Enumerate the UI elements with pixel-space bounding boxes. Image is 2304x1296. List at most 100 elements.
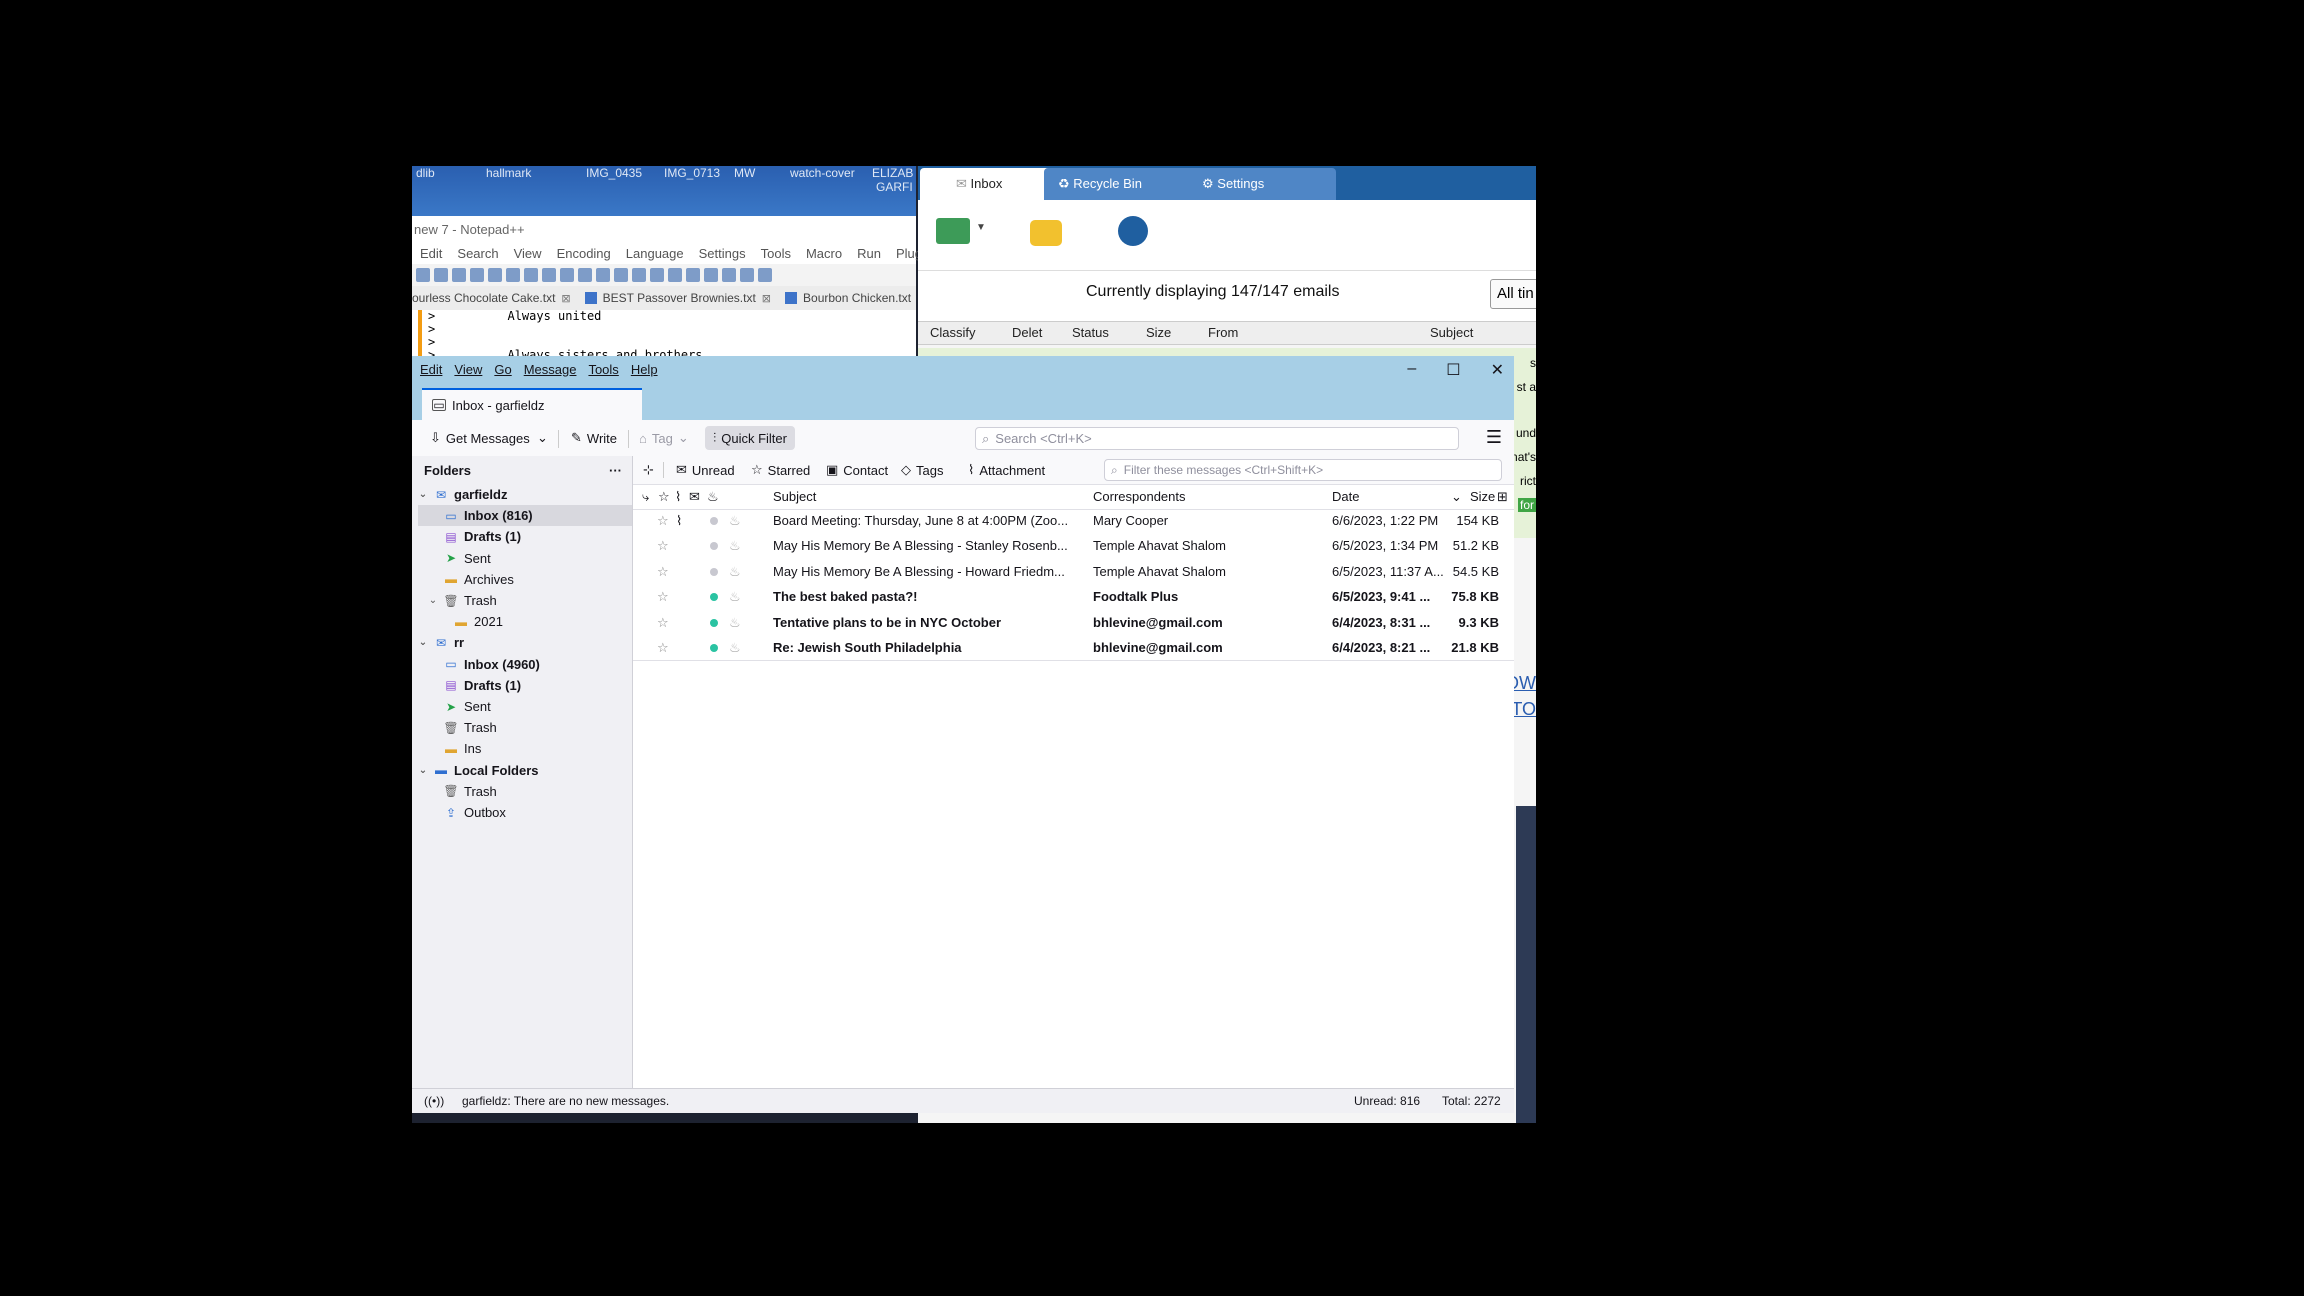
read-status-icon[interactable] [710, 644, 718, 652]
read-status-icon[interactable] [710, 517, 718, 525]
toolbar-icon[interactable] [722, 268, 736, 282]
twisty-icon[interactable]: ⌄ [418, 489, 428, 500]
desktop-icon-label[interactable]: GARFI [876, 180, 913, 194]
folder-item[interactable]: ➤ Sent [418, 696, 632, 717]
star-icon[interactable]: ☆ [657, 589, 669, 605]
toolbar-icon[interactable] [506, 268, 520, 282]
thread-column-icon[interactable]: ⤷ [642, 489, 649, 505]
toolbar-icon[interactable] [560, 268, 574, 282]
close-icon[interactable]: ⊠ [762, 292, 771, 305]
junk-icon[interactable]: ♨ [729, 513, 741, 529]
folder-item[interactable]: ▤ Drafts (1) [418, 526, 632, 547]
folder-item[interactable]: ➤ Sent [418, 548, 632, 569]
message-row[interactable]: ☆ ♨ Re: Jewish South Philadelphia bhlevine@… [633, 635, 1514, 660]
message-row[interactable]: ☆ ♨ Tentative plans to be in NYC October bh… [633, 610, 1514, 635]
write-button[interactable]: ✎ Write [571, 426, 617, 450]
range-button[interactable]: All tin [1490, 279, 1536, 309]
notepad-menu-item[interactable]: Macro [806, 244, 842, 264]
star-column-icon[interactable]: ☆ [658, 489, 670, 505]
get-messages-menu-button[interactable]: ⌄ [537, 426, 548, 450]
message-row[interactable]: ☆ ♨ The best baked pasta?! Foodtalk Plus 6/5… [633, 584, 1514, 609]
twisty-icon[interactable]: ⌄ [418, 637, 428, 648]
folder-item[interactable]: ⌄ ✉ rr [418, 632, 632, 653]
message-row[interactable]: ☆ ♨ May His Memory Be A Blessing - Stanley… [633, 533, 1514, 558]
close-button[interactable]: ✕ [1491, 360, 1504, 380]
toolbar-icon[interactable] [488, 268, 502, 282]
get-messages-button[interactable]: ⇩ Get Messages [430, 426, 530, 450]
column-header[interactable]: Status [1072, 325, 1109, 340]
thunderbird-logo-icon[interactable] [1118, 216, 1148, 246]
folder-item[interactable]: ⇪ Outbox [418, 802, 632, 823]
filter-starred-button[interactable]: ☆ Starred [751, 460, 810, 480]
toolbar-icon[interactable] [596, 268, 610, 282]
toolbar-icon[interactable] [452, 268, 466, 282]
preview-button[interactable]: for [1517, 498, 1536, 512]
junk-icon[interactable]: ♨ [729, 564, 741, 580]
desktop-icon-label[interactable]: MW [734, 166, 755, 180]
junk-icon[interactable]: ♨ [729, 615, 741, 631]
read-status-icon[interactable] [710, 618, 718, 627]
folder-item[interactable]: ▤ Drafts (1) [418, 675, 632, 696]
toolbar-icon[interactable] [740, 268, 754, 282]
junk-icon[interactable]: ♨ [729, 538, 741, 554]
connection-icon[interactable]: ((•)) [424, 1094, 444, 1108]
star-icon[interactable]: ☆ [657, 538, 669, 554]
filter-messages-input[interactable]: ⌕ Filter these messages <Ctrl+Shift+K> [1104, 459, 1502, 481]
sort-chevron-icon[interactable]: ⌄ [1451, 489, 1462, 505]
column-picker-icon[interactable]: ⊞ [1497, 489, 1508, 505]
notepad-menu-item[interactable]: View [514, 244, 542, 264]
desktop-icon-label[interactable]: ELIZAB [872, 166, 913, 180]
menu-tools[interactable]: Tools [588, 362, 618, 377]
desktop-icon-label[interactable]: dlib [416, 166, 435, 180]
notepad-menu-item[interactable]: Run [857, 244, 881, 264]
toolbar-icon[interactable] [758, 268, 772, 282]
archive-icon[interactable] [1030, 220, 1062, 246]
menu-view[interactable]: View [454, 362, 482, 377]
notepad-menu-item[interactable]: Edit [420, 244, 442, 264]
read-status-column-icon[interactable]: ✉ [689, 489, 700, 505]
folder-item[interactable]: ⌄ 🗑 Trash [418, 590, 632, 611]
filter-tags-button[interactable]: ◇ Tags [901, 460, 943, 480]
read-status-icon[interactable] [710, 542, 718, 551]
junk-column-icon[interactable]: ♨ [707, 489, 719, 505]
notepad-tab[interactable]: BEST Passover Brownies.txt ⊠ [584, 291, 771, 305]
notepad-tab[interactable]: Bourbon Chicken.txt [785, 291, 911, 305]
maximize-button[interactable]: ☐ [1446, 360, 1460, 380]
notepad-menu-item[interactable]: Tools [761, 244, 791, 264]
toolbar-icon[interactable] [650, 268, 664, 282]
column-header[interactable]: Classify [930, 325, 976, 340]
menu-go[interactable]: Go [494, 362, 511, 377]
toolbar-icon[interactable] [434, 268, 448, 282]
column-header[interactable]: Size [1146, 325, 1171, 340]
notepad-menu-item[interactable]: Language [626, 244, 684, 264]
desktop-icon-label[interactable]: hallmark [486, 166, 531, 180]
desktop-icon-label[interactable]: IMG_0713 [664, 166, 720, 180]
notepad-menu-item[interactable]: Search [457, 244, 498, 264]
star-icon[interactable]: ☆ [657, 513, 669, 529]
junk-icon[interactable]: ♨ [729, 640, 741, 656]
twisty-icon[interactable]: ⌄ [418, 765, 428, 776]
notepad-menu-item[interactable]: Encoding [557, 244, 611, 264]
tab-inbox-garfieldz[interactable]: ▭ Inbox - garfieldz [422, 388, 642, 420]
folder-item[interactable]: ▬ 2021 [418, 611, 632, 632]
toolbar-icon[interactable] [578, 268, 592, 282]
folder-item[interactable]: 🗑 Trash [418, 781, 632, 802]
folder-item[interactable]: ▭ Inbox (4960) [418, 654, 632, 675]
toolbar-icon[interactable] [704, 268, 718, 282]
tag-button[interactable]: ⌂ Tag ⌄ [639, 426, 689, 450]
close-icon[interactable]: ⊠ [561, 292, 570, 305]
toolbar-icon[interactable] [632, 268, 646, 282]
menu-help[interactable]: Help [631, 362, 658, 377]
filter-contact-button[interactable]: ▣ Contact [826, 460, 888, 480]
message-row[interactable]: ☆ ♨ May His Memory Be A Blessing - Howard … [633, 559, 1514, 584]
more-options-icon[interactable]: ··· [609, 463, 622, 478]
read-status-icon[interactable] [710, 593, 718, 602]
toolbar-icon[interactable] [416, 268, 430, 282]
menu-edit[interactable]: Edit [420, 362, 442, 377]
folder-item[interactable]: ▭ Inbox (816) [418, 505, 632, 527]
desktop-icon-label[interactable]: IMG_0435 [586, 166, 642, 180]
subject-column-header[interactable]: Subject [773, 489, 816, 504]
search-field[interactable]: ⌕ Search <Ctrl+K> [975, 427, 1459, 450]
quick-filter-button[interactable]: ⫶ Quick Filter [705, 426, 795, 450]
notepad-menu-item[interactable]: Settings [699, 244, 746, 264]
